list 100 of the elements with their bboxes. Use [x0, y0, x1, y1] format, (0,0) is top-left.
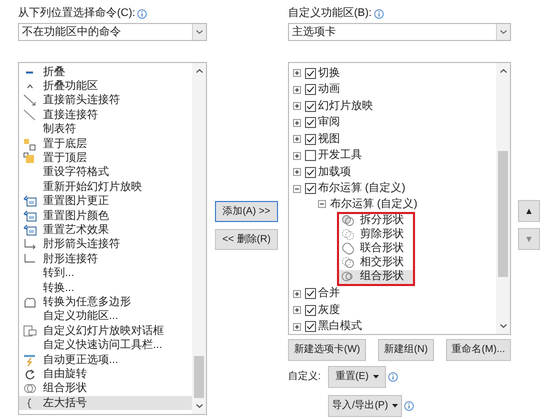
section-label: 自定义功能区(B): [288, 8, 372, 19]
command-list-item[interactable]: 重置图片颜色 [19, 208, 192, 224]
expand-icon[interactable] [293, 322, 301, 331]
dropdown-field[interactable]: 不在功能区中的命令 [18, 23, 207, 41]
import-export-button[interactable]: 导入/导出(P) [328, 395, 402, 417]
dropdown-button[interactable] [192, 24, 206, 40]
tree-item[interactable]: 布尔运算 (自定义) [318, 183, 406, 194]
command-list-item[interactable]: 自定义幻灯片放映对话框 [19, 324, 192, 338]
checkbox[interactable] [305, 150, 316, 162]
scrollbar-thumb[interactable] [194, 356, 204, 398]
expand-icon[interactable] [293, 306, 301, 314]
checkbox[interactable] [305, 321, 316, 332]
checkbox[interactable] [305, 304, 316, 316]
action-button[interactable]: 新建选项卡(W) [288, 339, 366, 361]
checkbox[interactable] [305, 166, 316, 178]
command-list-item[interactable]: 重置图片更正 [19, 194, 192, 209]
expand-icon[interactable] [293, 118, 301, 127]
tree-command[interactable]: 剪除形状 [339, 228, 413, 242]
command-list-item[interactable]: 重置艺术效果 [19, 223, 192, 238]
scrollbar[interactable] [192, 63, 206, 414]
transfer-button[interactable]: 添加(A) >> [215, 201, 278, 222]
scrollbar-thumb[interactable] [498, 151, 508, 277]
checkbox[interactable] [305, 183, 316, 194]
layers-icon [23, 138, 37, 151]
layers-icon [23, 152, 37, 166]
transfer-button[interactable]: << 删除(R) [215, 229, 278, 250]
collapse-icon[interactable] [293, 184, 301, 193]
command-list-item[interactable]: 转换... [19, 280, 192, 296]
command-list-item[interactable]: 自定义快速访问工具栏... [19, 338, 192, 353]
rotate-icon [23, 368, 37, 381]
command-list-item[interactable]: 自定义功能区... [19, 310, 192, 324]
command-list-item[interactable]: 制表符 [19, 122, 192, 137]
expand-icon[interactable] [293, 102, 301, 110]
info-icon [388, 372, 398, 382]
tree-item[interactable]: 黑白模式 [318, 321, 362, 332]
scroll-down-icon[interactable] [196, 404, 202, 408]
collapse-icon[interactable] [318, 200, 326, 208]
action-button[interactable]: 重命名(M)... [446, 339, 511, 361]
checkbox[interactable] [305, 100, 316, 112]
tree-item[interactable]: 加载项 [318, 166, 351, 178]
info-icon [404, 401, 414, 411]
tree-item[interactable]: 动画 [318, 84, 340, 96]
checkbox[interactable] [305, 84, 316, 96]
dropdown-field[interactable]: 主选项卡 [288, 23, 511, 41]
scroll-up-icon[interactable] [500, 69, 506, 73]
tree-item[interactable]: 视图 [318, 134, 340, 145]
expand-icon[interactable] [293, 86, 301, 94]
checkbox[interactable] [305, 117, 316, 128]
tree-group[interactable]: 布尔运算 (自定义) [330, 198, 418, 210]
command-list-item[interactable]: 置于底层 [19, 136, 192, 152]
command-list-item[interactable]: 直接箭头连接符 [19, 94, 192, 108]
section-label: 从下列位置选择命令(C): [18, 8, 136, 19]
tree-item[interactable]: 合并 [318, 288, 340, 300]
move-up-button[interactable]: ▲ [518, 200, 540, 222]
expand-icon[interactable] [293, 135, 301, 144]
command-list-item[interactable]: 直接连接符 [19, 108, 192, 123]
expand-icon[interactable] [293, 290, 301, 298]
customize-label: 自定义: [288, 372, 322, 382]
command-list-item[interactable]: 重设字符格式 [19, 166, 192, 180]
command-list-item[interactable]: 置于顶层 [19, 151, 192, 166]
scroll-up-icon[interactable] [196, 69, 202, 73]
command-list-item[interactable]: 自由旋转 [19, 367, 192, 382]
command-list-item[interactable]: 肘形连接符 [19, 252, 192, 266]
command-list-item[interactable]: 组合形状 [19, 382, 192, 396]
command-list-item[interactable]: 转到... [19, 266, 192, 281]
tree-item[interactable]: 审阅 [318, 117, 340, 128]
action-button[interactable]: 新建组(N) [378, 339, 434, 361]
tree-item[interactable]: 开发工具 [318, 150, 362, 162]
tree-command[interactable]: 拆分形状 [339, 214, 413, 228]
overlapping-circles-icon [341, 214, 355, 227]
tree-item[interactable]: 幻灯片放映 [318, 100, 373, 112]
tree-command[interactable]: 相交形状 [339, 256, 413, 270]
overlapping-circles-icon [341, 270, 355, 283]
command-list-item[interactable]: 折叠功能区 [19, 79, 192, 94]
expand-icon[interactable] [293, 152, 301, 160]
arrow-line-icon [23, 94, 37, 108]
dropdown-button[interactable] [496, 24, 510, 40]
scrollbar[interactable] [496, 63, 510, 334]
tree-command[interactable]: 组合形状 [339, 270, 413, 284]
command-list-item[interactable]: 肘形箭头连接符 [19, 238, 192, 252]
picture-reset-icon [23, 210, 37, 223]
tree-command[interactable]: 联合形状 [339, 242, 413, 256]
info-icon [374, 8, 384, 18]
checkbox[interactable] [305, 288, 316, 300]
tree-item[interactable]: 灰度 [318, 304, 340, 316]
command-list-item[interactable]: 转换为任意多边形 [19, 295, 192, 310]
lightning-icon [23, 354, 37, 366]
expand-icon[interactable] [293, 69, 301, 78]
caret-down-icon [372, 375, 379, 379]
command-list-item[interactable]: 折叠 [19, 65, 192, 80]
checkbox[interactable] [305, 68, 316, 79]
scroll-down-icon[interactable] [500, 324, 506, 328]
expand-icon[interactable] [293, 168, 301, 176]
command-list-item[interactable]: 自动更正选项... [19, 352, 192, 368]
caret-down-icon [392, 404, 398, 408]
reset-button[interactable]: 重置(E) [328, 366, 386, 388]
checkbox[interactable] [305, 134, 316, 145]
tree-item[interactable]: 切换 [318, 68, 340, 79]
command-list-item[interactable]: 左大括号 [19, 396, 192, 410]
command-list-item[interactable]: 重新开始幻灯片放映 [19, 180, 192, 195]
